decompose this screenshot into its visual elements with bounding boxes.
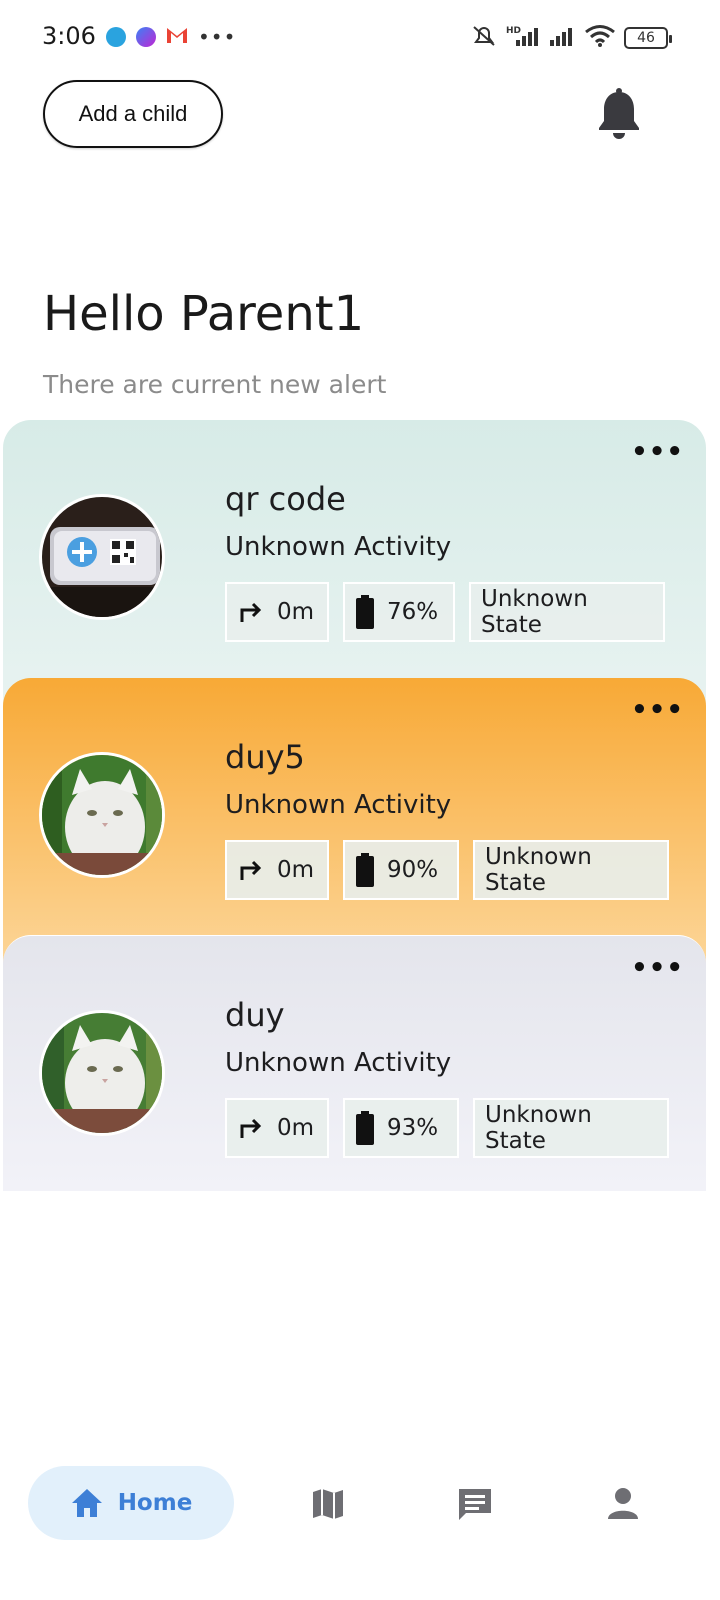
state-value: Unknown State [481, 586, 588, 638]
more-options-icon[interactable]: ••• [631, 697, 684, 723]
add-child-button[interactable]: Add a child [43, 80, 223, 148]
more-options-icon[interactable]: ••• [631, 439, 684, 465]
distance-value: 0m [277, 1115, 315, 1141]
more-options-icon[interactable]: ••• [631, 955, 684, 981]
chat-icon[interactable] [456, 1486, 494, 1528]
distance-value: 0m [277, 857, 315, 883]
turn-right-icon [240, 860, 262, 880]
turn-right-icon [240, 1118, 262, 1138]
battery-icon: 46 [624, 27, 672, 49]
status-bar: 3:06 ••• HD 46 [0, 0, 720, 72]
nav-home-label: Home [117, 1490, 193, 1516]
child-activity: Unknown Activity [225, 532, 452, 562]
child-card[interactable]: ••• duy Unknown Activity 0m 93% Unknown … [3, 935, 706, 1191]
status-time: 3:06 [42, 22, 96, 50]
page-title: Hello Parent1 [43, 286, 365, 342]
state-chip: Unknown State [473, 840, 669, 900]
avatar [39, 752, 165, 878]
wifi-icon [584, 24, 616, 52]
battery-value: 90% [387, 857, 439, 883]
alert-subtitle: There are current new alert [43, 370, 387, 399]
map-icon[interactable] [310, 1486, 346, 1526]
distance-chip: 0m [225, 840, 329, 900]
state-chip: Unknown State [473, 1098, 669, 1158]
child-name: duy [225, 996, 285, 1034]
distance-chip: 0m [225, 1098, 329, 1158]
gmail-icon [166, 26, 188, 48]
telegram-icon [106, 27, 126, 47]
child-name: qr code [225, 480, 346, 518]
nav-home-tab[interactable]: Home [28, 1466, 234, 1540]
child-activity: Unknown Activity [225, 790, 452, 820]
profile-icon[interactable] [606, 1486, 640, 1524]
home-icon [71, 1489, 102, 1517]
child-stats: 0m 90% Unknown State [225, 840, 669, 900]
mute-icon [470, 24, 498, 52]
turn-right-icon [240, 602, 262, 622]
distance-chip: 0m [225, 582, 329, 642]
child-stats: 0m 76% Unknown State [225, 582, 665, 642]
signal-icon [548, 25, 576, 51]
child-card[interactable]: ••• duy5 Unknown Activity 0m 90% Unknown… [3, 678, 706, 968]
hd-signal-icon: HD [506, 24, 540, 52]
bottom-navigation: Home [0, 1460, 720, 1550]
more-notifications-icon: ••• [198, 25, 237, 49]
state-value: Unknown State [485, 844, 592, 896]
battery-value: 76% [387, 599, 439, 625]
distance-value: 0m [277, 599, 315, 625]
battery-full-icon [356, 853, 374, 887]
state-chip: Unknown State [469, 582, 665, 642]
state-value: Unknown State [485, 1102, 592, 1154]
child-activity: Unknown Activity [225, 1048, 452, 1078]
messenger-icon [136, 27, 156, 47]
battery-chip: 90% [343, 840, 459, 900]
svg-text:HD: HD [506, 26, 521, 36]
bell-icon[interactable] [596, 88, 642, 140]
system-status-icons: HD 46 [470, 24, 672, 52]
battery-full-icon [356, 1111, 374, 1145]
battery-chip: 76% [343, 582, 455, 642]
battery-chip: 93% [343, 1098, 459, 1158]
avatar [39, 494, 165, 620]
child-card[interactable]: ••• qr code Unknown Activity 0m 76% Unkn… [3, 420, 706, 710]
battery-value: 93% [387, 1115, 439, 1141]
battery-full-icon [356, 595, 374, 629]
notification-icons: ••• [106, 26, 236, 48]
avatar [39, 1010, 165, 1136]
child-name: duy5 [225, 738, 305, 776]
child-stats: 0m 93% Unknown State [225, 1098, 669, 1158]
